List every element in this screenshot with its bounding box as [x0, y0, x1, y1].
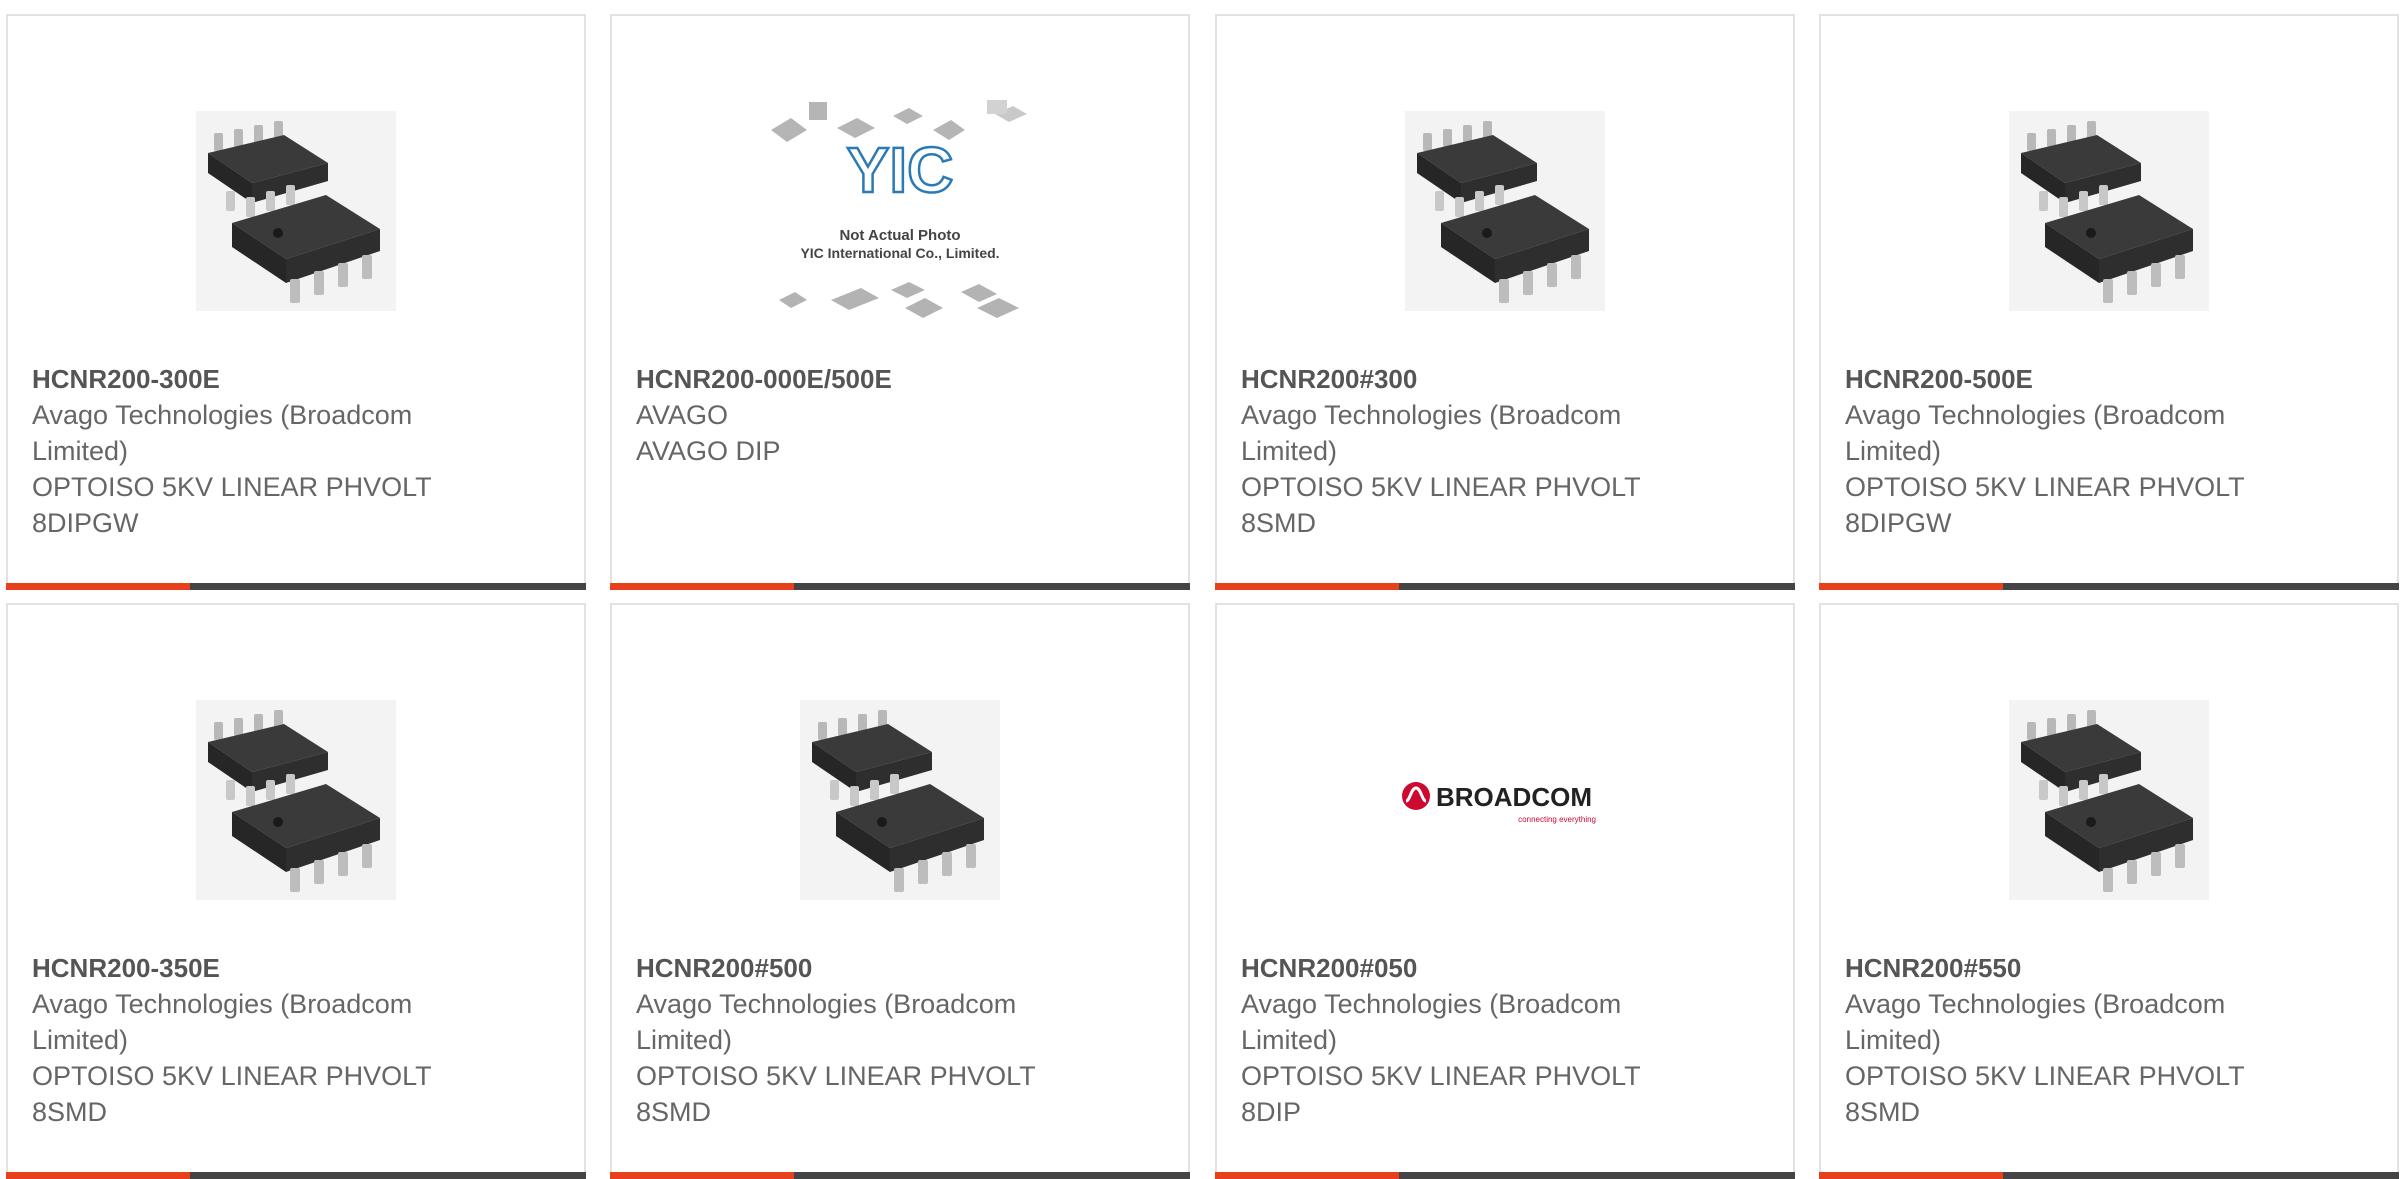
part-number[interactable]: HCNR200#550 — [1845, 950, 2285, 986]
card-accent-bar — [6, 583, 190, 590]
card-bottom-bar — [1215, 583, 1795, 590]
optocoupler-chip-image — [196, 111, 396, 311]
product-info: HCNR200-500E Avago Technologies (Broadco… — [1845, 361, 2285, 541]
optocoupler-chip-image — [800, 700, 1000, 900]
product-info: HCNR200#500 Avago Technologies (Broadcom… — [636, 950, 1076, 1130]
broadcom-logo: BROADCOM connecting everything — [1402, 782, 1596, 824]
product-info: HCNR200#050 Avago Technologies (Broadcom… — [1241, 950, 1681, 1130]
product-image[interactable] — [1217, 66, 1793, 356]
optocoupler-chip-image — [2009, 111, 2209, 311]
product-info: HCNR200-350E Avago Technologies (Broadco… — [32, 950, 472, 1130]
description: OPTOISO 5KV LINEAR PHVOLT 8SMD — [32, 1061, 432, 1127]
product-card[interactable]: YIC Not Actual Photo YIC International C… — [610, 14, 1190, 590]
product-card[interactable]: HCNR200#500 Avago Technologies (Broadcom… — [610, 603, 1190, 1179]
product-info: HCNR200#550 Avago Technologies (Broadcom… — [1845, 950, 2285, 1130]
optocoupler-chip-image — [196, 700, 396, 900]
description: OPTOISO 5KV LINEAR PHVOLT 8DIPGW — [32, 472, 432, 538]
part-number[interactable]: HCNR200#050 — [1241, 950, 1681, 986]
product-image[interactable]: YIC Not Actual Photo YIC International C… — [612, 66, 1188, 356]
description: OPTOISO 5KV LINEAR PHVOLT 8DIP — [1241, 1061, 1641, 1127]
product-card[interactable]: HCNR200#300 Avago Technologies (Broadcom… — [1215, 14, 1795, 590]
not-actual-photo-image: YIC Not Actual Photo YIC International C… — [771, 100, 1027, 318]
card-accent-bar — [1819, 1172, 2003, 1179]
product-grid: HCNR200-300E Avago Technologies (Broadco… — [0, 0, 2400, 1179]
card-bottom-bar — [610, 583, 1190, 590]
product-image[interactable] — [612, 655, 1188, 945]
card-accent-bar — [1819, 583, 2003, 590]
manufacturer: Avago Technologies (Broadcom Limited) — [32, 400, 413, 466]
description: AVAGO DIP — [636, 436, 781, 466]
optocoupler-chip-image — [1405, 111, 1605, 311]
card-bottom-bar — [6, 1172, 586, 1179]
product-info: HCNR200-000E/500E AVAGO AVAGO DIP — [636, 361, 1076, 469]
manufacturer: Avago Technologies (Broadcom Limited) — [636, 989, 1017, 1055]
product-image[interactable] — [1821, 655, 2397, 945]
product-card[interactable]: HCNR200-500E Avago Technologies (Broadco… — [1819, 14, 2399, 590]
card-accent-bar — [1215, 583, 1399, 590]
part-number[interactable]: HCNR200-000E/500E — [636, 361, 1076, 397]
description: OPTOISO 5KV LINEAR PHVOLT 8DIPGW — [1845, 472, 2245, 538]
card-accent-bar — [6, 1172, 190, 1179]
part-number[interactable]: HCNR200#500 — [636, 950, 1076, 986]
product-image[interactable] — [8, 66, 584, 356]
manufacturer: Avago Technologies (Broadcom Limited) — [1845, 989, 2226, 1055]
svg-text:Not Actual Photo: Not Actual Photo — [839, 227, 960, 244]
optocoupler-chip-image — [2009, 700, 2209, 900]
card-accent-bar — [610, 583, 794, 590]
card-accent-bar — [610, 1172, 794, 1179]
card-bottom-bar — [6, 583, 586, 590]
card-bottom-bar — [1819, 583, 2399, 590]
card-bottom-bar — [1215, 1172, 1795, 1179]
card-bottom-bar — [610, 1172, 1190, 1179]
card-bottom-bar — [1819, 1172, 2399, 1179]
card-accent-bar — [1215, 1172, 1399, 1179]
part-number[interactable]: HCNR200-500E — [1845, 361, 2285, 397]
product-card[interactable]: HCNR200-300E Avago Technologies (Broadco… — [6, 14, 586, 590]
part-number[interactable]: HCNR200-350E — [32, 950, 472, 986]
product-card[interactable]: HCNR200#550 Avago Technologies (Broadcom… — [1819, 603, 2399, 1179]
part-number[interactable]: HCNR200-300E — [32, 361, 472, 397]
product-card[interactable]: HCNR200-350E Avago Technologies (Broadco… — [6, 603, 586, 1179]
description: OPTOISO 5KV LINEAR PHVOLT 8SMD — [1845, 1061, 2245, 1127]
manufacturer: Avago Technologies (Broadcom Limited) — [1241, 400, 1622, 466]
product-info: HCNR200#300 Avago Technologies (Broadcom… — [1241, 361, 1681, 541]
yic-logo: YIC — [847, 134, 954, 206]
part-number[interactable]: HCNR200#300 — [1241, 361, 1681, 397]
product-info: HCNR200-300E Avago Technologies (Broadco… — [32, 361, 472, 541]
product-card[interactable]: BROADCOM connecting everything HCNR200#0… — [1215, 603, 1795, 1179]
svg-text:connecting everything: connecting everything — [1518, 815, 1596, 824]
manufacturer: AVAGO — [636, 400, 729, 430]
product-image[interactable]: BROADCOM connecting everything — [1217, 655, 1793, 945]
svg-text:BROADCOM: BROADCOM — [1436, 782, 1592, 812]
manufacturer: Avago Technologies (Broadcom Limited) — [1845, 400, 2226, 466]
description: OPTOISO 5KV LINEAR PHVOLT 8SMD — [1241, 472, 1641, 538]
product-image[interactable] — [8, 655, 584, 945]
svg-text:YIC International Co., Limited: YIC International Co., Limited. — [800, 245, 999, 261]
manufacturer: Avago Technologies (Broadcom Limited) — [1241, 989, 1622, 1055]
description: OPTOISO 5KV LINEAR PHVOLT 8SMD — [636, 1061, 1036, 1127]
manufacturer: Avago Technologies (Broadcom Limited) — [32, 989, 413, 1055]
product-image[interactable] — [1821, 66, 2397, 356]
